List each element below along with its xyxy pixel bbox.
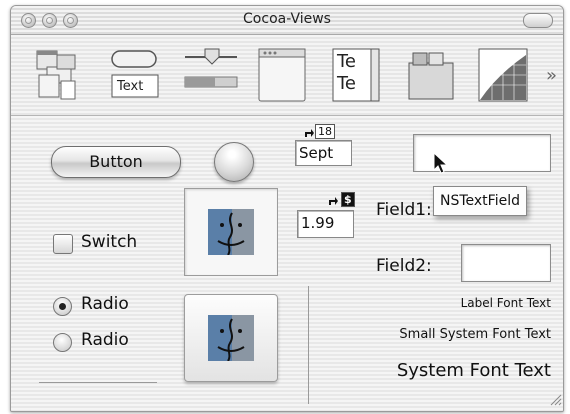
- small-system-font-text: Small System Font Text: [399, 327, 551, 342]
- horizontal-separator: [39, 382, 157, 383]
- window-views-icon[interactable]: [35, 45, 79, 105]
- finder-icon: [208, 315, 254, 362]
- radio-label-1: Radio: [81, 294, 129, 314]
- window-container-icon[interactable]: [257, 45, 309, 105]
- toolbar-text-label: Text: [117, 79, 144, 94]
- currency-tag: $: [341, 192, 355, 207]
- mouse-pointer-icon: [433, 151, 451, 180]
- resize-grip-icon[interactable]: [548, 391, 562, 410]
- palette-toolbar: Text Te Te »: [11, 35, 563, 116]
- title-bar[interactable]: Cocoa-Views: [11, 6, 563, 35]
- toolbar-toggle-button[interactable]: [523, 13, 553, 28]
- palette-content: Button 18 Sept $ 1.99 Switch Field1: Fie…: [11, 116, 563, 411]
- text-view-icon[interactable]: Te Te: [331, 45, 383, 105]
- image-well[interactable]: [184, 188, 278, 276]
- switch-label: Switch: [81, 232, 138, 252]
- stepper-arrow-icon: [327, 192, 339, 205]
- label-font-text: Label Font Text: [460, 296, 551, 310]
- window-title: Cocoa-Views: [243, 11, 331, 27]
- field2-input[interactable]: [461, 244, 551, 282]
- finder-icon: [208, 209, 254, 256]
- button-text-views-icon[interactable]: Text: [109, 45, 161, 105]
- tooltip: NSTextField: [433, 186, 527, 216]
- text-view-line-2: Te: [337, 73, 357, 94]
- radio-label-2: Radio: [81, 330, 129, 350]
- graphics-view-icon[interactable]: [477, 45, 529, 105]
- round-button[interactable]: [214, 142, 254, 182]
- radio-button-2[interactable]: [53, 333, 72, 352]
- number-field[interactable]: 1.99: [297, 210, 354, 238]
- slider-views-icon[interactable]: [183, 45, 239, 105]
- text-view-line-1: Te: [337, 51, 357, 72]
- vertical-separator: [308, 286, 309, 404]
- date-field[interactable]: Sept: [295, 140, 352, 166]
- toolbar-overflow-chevron-icon[interactable]: »: [546, 65, 557, 86]
- tab-view-icon[interactable]: [405, 45, 457, 105]
- image-button[interactable]: [184, 294, 278, 382]
- date-tag: 18: [315, 124, 335, 139]
- push-button[interactable]: Button: [51, 146, 181, 178]
- radio-button-1[interactable]: [53, 297, 72, 316]
- system-font-text: System Font Text: [396, 360, 551, 381]
- main-window: Cocoa-Views Text Te Te » Button 18 Sept …: [10, 5, 564, 412]
- field2-label: Field2:: [376, 256, 432, 276]
- stepper-arrow-icon: [303, 124, 314, 137]
- switch-checkbox[interactable]: [53, 234, 73, 254]
- field1-label: Field1:: [376, 200, 432, 220]
